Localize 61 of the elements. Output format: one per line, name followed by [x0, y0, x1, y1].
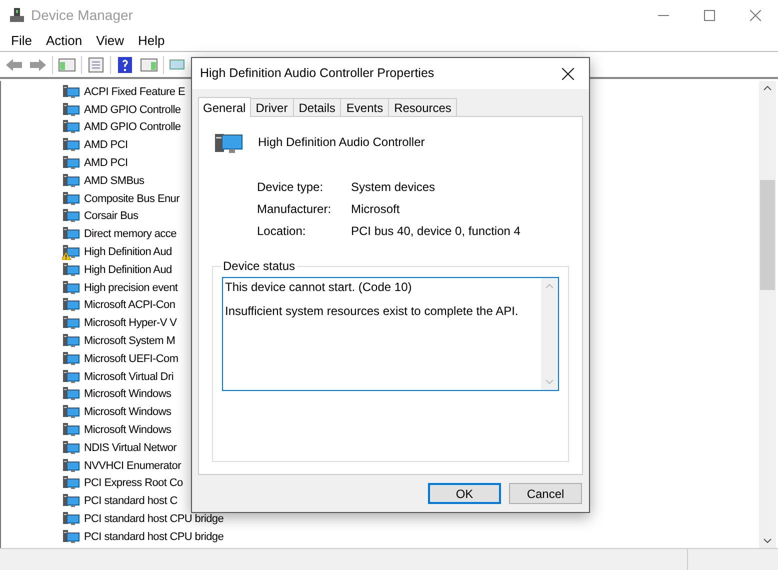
device-item[interactable]: AMD GPIO Controlle [84, 120, 181, 134]
window-title: Device Manager [31, 6, 133, 25]
device-item[interactable]: NDIS Virtual Networ [84, 440, 177, 455]
device-item[interactable]: AMD SMBus [84, 174, 144, 188]
menu-item[interactable]: File [11, 30, 32, 50]
status-message: This device cannot start. (Code 10) [225, 280, 413, 294]
device-item[interactable]: ACPI Fixed Feature E [84, 84, 185, 99]
scroll-down-icon[interactable] [763, 538, 772, 544]
help-icon[interactable] [115, 56, 135, 74]
app-icon [9, 7, 25, 23]
device-item[interactable]: AMD PCI [84, 138, 128, 152]
property-label: Location: [257, 222, 307, 240]
maximize-icon [704, 10, 714, 20]
tab[interactable]: Events [341, 98, 390, 116]
device-item[interactable]: Microsoft System M [84, 334, 176, 348]
device-item[interactable]: High Definition Aud [84, 262, 172, 277]
scrollbar[interactable] [759, 81, 776, 548]
device-item[interactable]: Microsoft ACPI-Con [84, 298, 176, 312]
ok-button[interactable]: OK [428, 483, 501, 504]
device-item[interactable]: Microsoft Virtual Dri [84, 370, 174, 384]
close-icon [562, 68, 574, 80]
menu-item[interactable]: Action [46, 30, 82, 50]
tab[interactable]: Driver [250, 98, 294, 116]
device-item[interactable]: PCI standard host CPU bridge [84, 530, 224, 544]
device-item[interactable]: Microsoft Hyper-V V [84, 316, 177, 330]
console-tree-icon[interactable] [57, 56, 77, 74]
scroll-up-icon[interactable] [763, 85, 772, 91]
status-message: Insufficient system resources exist to complete the API. [225, 304, 520, 318]
device-item[interactable]: Direct memory acce [84, 227, 176, 242]
tab[interactable]: Resources [389, 98, 458, 116]
device-item[interactable]: AMD GPIO Controlle [84, 102, 181, 117]
property-value: System devices [351, 178, 436, 196]
minimize-icon [658, 14, 668, 16]
device-item[interactable]: Microsoft Windows [84, 423, 172, 438]
device-item[interactable]: NVVHCI Enumerator [84, 458, 181, 473]
device-name: High Definition Audio Controller [258, 134, 425, 151]
device-item[interactable]: Composite Bus Enur [84, 192, 180, 206]
property-value: Microsoft [351, 200, 400, 218]
tab[interactable]: Details [294, 98, 342, 116]
device-item[interactable]: Microsoft Windows [84, 387, 172, 402]
device-item[interactable]: PCI standard host C [84, 494, 178, 508]
device-item[interactable]: Microsoft UEFI-Com [84, 352, 178, 366]
device-item[interactable]: AMD PCI [84, 156, 128, 170]
scrollbar-thumb[interactable] [760, 180, 775, 290]
menu-item[interactable]: Help [138, 30, 165, 50]
close-icon [750, 10, 760, 20]
device-item[interactable]: PCI Express Root Co [84, 476, 183, 490]
tab[interactable]: General [198, 97, 251, 117]
device-item[interactable]: High Definition Aud [84, 245, 172, 260]
property-value: PCI bus 40, device 0, function 4 [351, 222, 520, 240]
device-item[interactable]: High precision event [84, 280, 178, 295]
device-item[interactable]: Microsoft Windows [84, 405, 172, 420]
dialog-title: High Definition Audio Controller Properties [200, 65, 434, 82]
cancel-button[interactable]: Cancel [509, 483, 582, 504]
action-pane-icon[interactable] [139, 56, 159, 74]
property-label: Manufacturer: [257, 200, 332, 218]
property-label: Device type: [257, 178, 324, 196]
device-item[interactable]: PCI standard host CPU bridge [84, 512, 224, 526]
properties-icon[interactable] [86, 56, 106, 74]
device-item[interactable]: Corsair Bus [84, 209, 138, 224]
menu-item[interactable]: View [96, 30, 124, 50]
